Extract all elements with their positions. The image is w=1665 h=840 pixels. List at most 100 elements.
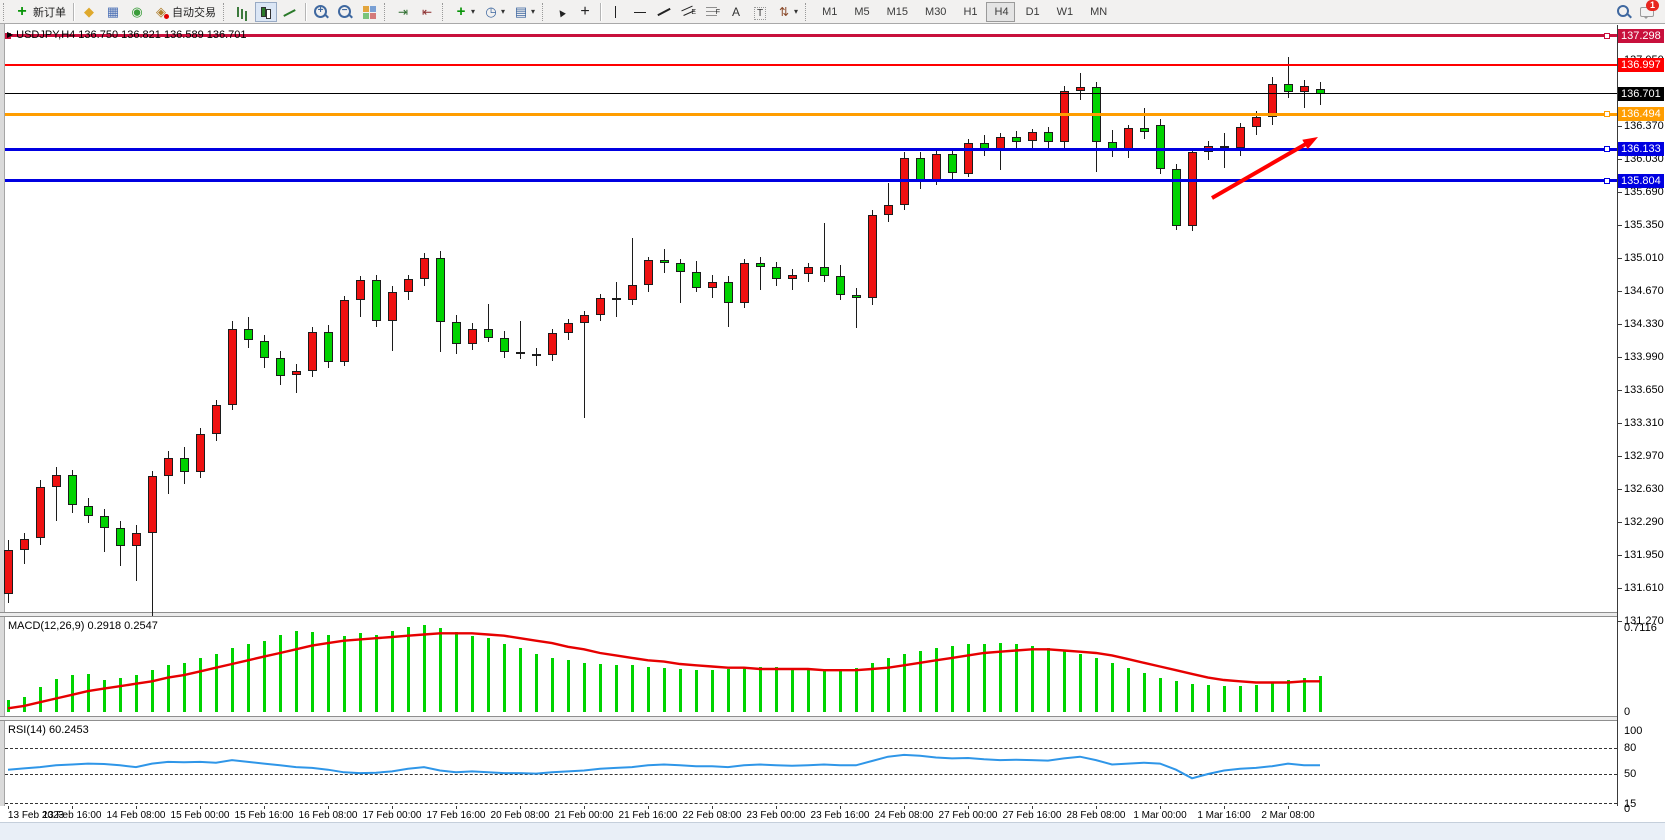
timeframe-m1[interactable]: M1 [813,2,843,22]
notification-badge: 1 [1646,0,1659,11]
timeframe-m30[interactable]: M30 [916,2,952,22]
horizontal-level-line[interactable] [5,148,1617,151]
crosshair-tool-button[interactable] [574,2,596,22]
line-handle[interactable] [1604,111,1610,117]
candle [756,263,765,267]
price-tick [1617,225,1622,226]
candle [20,539,29,551]
indicators-button[interactable]: ▾ [450,2,478,22]
signals-button[interactable] [126,2,148,22]
macd-histogram-bar [855,668,858,712]
auto-trading-button[interactable]: 自动交易 [150,2,219,22]
macd-histogram-bar [1143,673,1146,712]
timeframe-w1-label: W1 [1057,6,1074,18]
candle [644,260,653,285]
time-tick-label: 15 Feb 00:00 [171,810,230,821]
vertical-line-tool-button[interactable] [605,2,627,22]
bar-chart-mode-button[interactable] [231,2,253,22]
rsi-label: RSI(14) 60.2453 [8,724,89,736]
time-tick-label: 21 Feb 16:00 [619,810,678,821]
trendline-tool-icon [656,4,672,20]
fibonacci-tool-button[interactable] [701,2,723,22]
crosshair-tool-icon [577,4,593,20]
market-watch-button[interactable] [102,2,124,22]
timeframe-w1[interactable]: W1 [1048,2,1080,22]
templates-dropdown-icon[interactable]: ▾ [531,7,535,16]
pending-orders-button[interactable] [78,2,100,22]
price-level-badge: 136.133 [1618,142,1664,156]
zoom-out-button[interactable] [334,2,356,22]
horizontal-line-tool-button[interactable] [629,2,651,22]
candle [356,280,365,299]
candle [148,476,157,532]
new-order-button[interactable]: 新订单 [11,2,69,22]
horizontal-level-line[interactable] [5,113,1617,116]
cursor-tool-button[interactable] [550,2,572,22]
horizontal-level-line[interactable] [5,93,1617,94]
trendline-tool-button[interactable] [653,2,675,22]
chart-shift-button[interactable] [416,2,438,22]
arrows-tool-dropdown-icon[interactable]: ▾ [794,7,798,16]
line-handle[interactable] [1604,178,1610,184]
timeframe-m15[interactable]: M15 [878,2,914,22]
rsi-panel[interactable] [5,721,1617,806]
templates-button[interactable]: ▾ [510,2,538,22]
label-tool-button[interactable] [749,2,771,22]
timeframe-mn[interactable]: MN [1081,2,1113,22]
timeframe-d1[interactable]: D1 [1017,2,1046,22]
rsi-scale-label: 80 [1624,742,1636,754]
toolbar-drag-handle [384,3,388,21]
time-tick [200,806,201,809]
timeframe-h1[interactable]: H1 [954,2,983,22]
timeframe-h4[interactable]: H4 [986,2,1015,22]
horizontal-level-line[interactable] [5,179,1617,182]
time-tick [584,806,585,809]
horizontal-level-line[interactable] [5,34,1617,37]
candle [532,354,541,356]
timeframe-m5[interactable]: M5 [845,2,875,22]
line-chart-mode-icon [282,4,298,20]
time-tick-label: 21 Feb 00:00 [555,810,614,821]
toolbar-drag-handle [805,3,809,21]
macd-histogram-bar [183,663,186,712]
macd-histogram-bar [1079,654,1082,712]
toolbar-drag-handle [442,3,446,21]
candle [212,405,221,434]
price-tick [1617,291,1622,292]
candlestick-mode-button[interactable] [255,2,277,22]
scroll-to-end-button[interactable] [392,2,414,22]
candle [308,332,317,371]
text-tool-button[interactable] [725,2,747,22]
candle [596,298,605,316]
tile-windows-button[interactable] [358,2,380,22]
candle [852,295,861,298]
toolbar-drag-handle [223,3,227,21]
timeframe-mn-label: MN [1090,6,1107,18]
candle [132,533,141,547]
line-handle[interactable] [1604,33,1610,39]
horizontal-level-line[interactable] [5,64,1617,66]
toolbar: 新订单 自动交易 ▾ ▾ ▾ ▾ M1M5 M15 M30H1H4D1 W1 MN 1 [0,0,1665,24]
macd-scale-label: 0.7116 [1624,622,1657,634]
indicators-dropdown-icon[interactable]: ▾ [471,7,475,16]
macd-histogram-bar [439,628,442,712]
macd-histogram-bar [343,636,346,712]
macd-histogram-bar [535,654,538,712]
line-handle[interactable] [1604,146,1610,152]
macd-histogram-bar [1255,685,1258,712]
rsi-scale-label: 0 [1624,803,1630,815]
line-chart-mode-button[interactable] [279,2,301,22]
time-tick [648,806,649,809]
time-tick [1096,806,1097,809]
candle [1188,152,1197,226]
periods-button[interactable]: ▾ [480,2,508,22]
search-button[interactable] [1612,1,1634,21]
channel-tool-button[interactable] [677,2,699,22]
periods-dropdown-icon[interactable]: ▾ [501,7,505,16]
arrows-tool-button[interactable]: ▾ [773,2,801,22]
zoom-in-button[interactable] [310,2,332,22]
chat-button[interactable]: 1 [1636,1,1658,21]
macd-histogram-bar [1047,648,1050,712]
candle [516,352,525,354]
timeframe-m15-label: M15 [887,6,908,18]
